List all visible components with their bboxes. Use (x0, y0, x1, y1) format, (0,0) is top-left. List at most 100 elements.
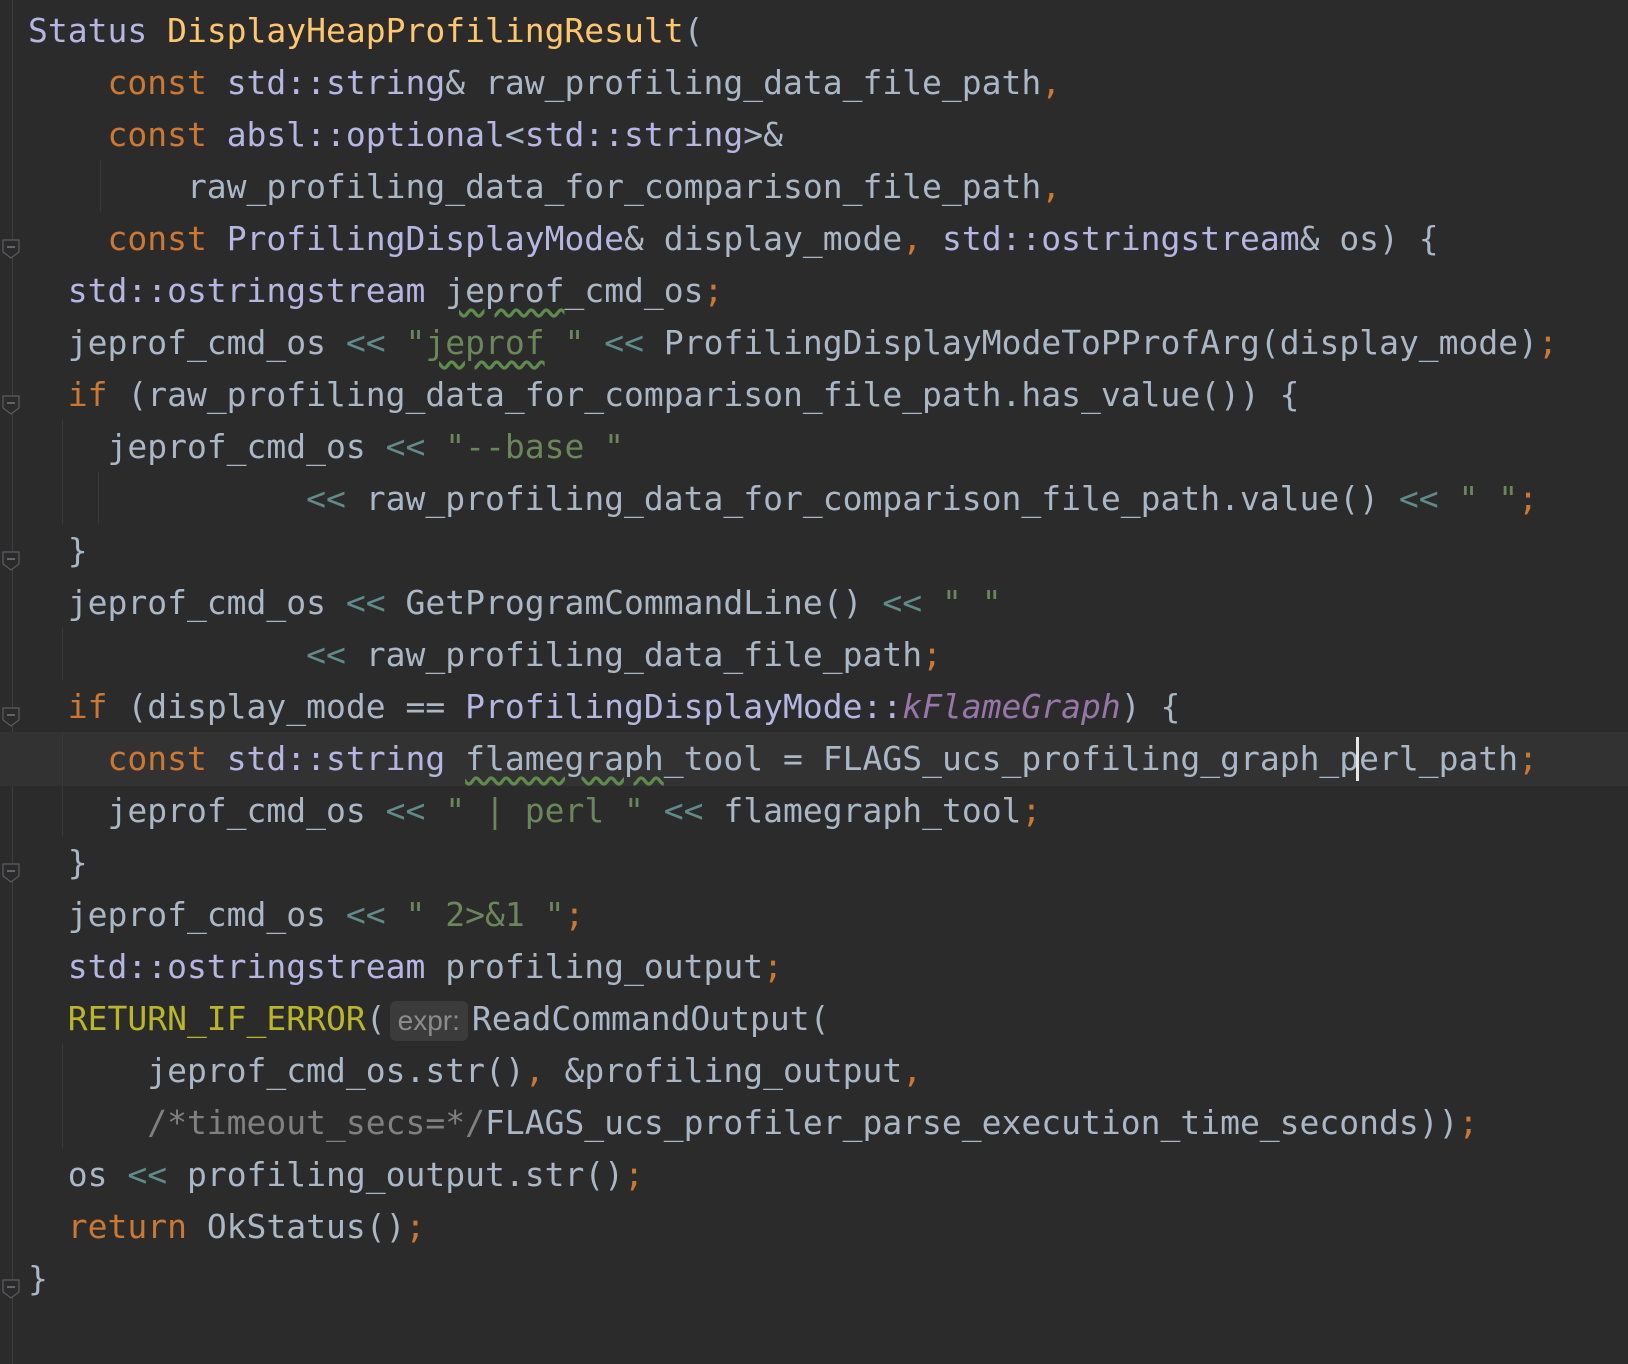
code-line[interactable]: RETURN_IF_ERROR(expr: ReadCommandOutput( (0, 992, 1628, 1046)
code-token: RETURN_IF_ERROR (28, 999, 366, 1038)
code-line[interactable]: std::ostringstream profiling_output; (0, 940, 1628, 994)
code-token: ; (1518, 479, 1539, 518)
code-line[interactable]: if (display_mode == ProfilingDisplayMode… (0, 680, 1628, 734)
code-token: jeprof_cmd_os (28, 427, 386, 466)
code-line[interactable]: raw_profiling_data_for_comparison_file_p… (0, 160, 1628, 214)
code-line[interactable]: const ProfilingDisplayMode& display_mode… (0, 212, 1628, 266)
code-token: _cmd_os (564, 271, 704, 310)
code-token: & raw_profiling_data_file_path (445, 63, 1042, 102)
code-token: jeprof_cmd_os (28, 583, 346, 622)
code-token: &profiling_output (564, 1051, 903, 1090)
code-line-text: Status DisplayHeapProfilingResult( (28, 4, 704, 58)
code-line[interactable]: std::ostringstream jeprof_cmd_os; (0, 264, 1628, 318)
indent-guide (62, 420, 63, 524)
code-token: std::ostringstream (941, 219, 1300, 258)
code-line-text: if (display_mode == ProfilingDisplayMode… (28, 680, 1181, 734)
code-token: ; (703, 271, 724, 310)
code-token: ; (763, 947, 783, 986)
code-line[interactable]: /*timeout_secs=*/FLAGS_ucs_profiler_pars… (0, 1096, 1628, 1150)
code-token: std::string (226, 739, 466, 778)
code-token: >& (743, 115, 784, 154)
code-line[interactable]: } (0, 1252, 1628, 1306)
code-line[interactable]: const absl::optional<std::string>& (0, 108, 1628, 162)
code-token: DisplayHeapProfilingResult (167, 11, 684, 50)
indent-guide (98, 472, 99, 524)
code-token: " (544, 323, 605, 362)
code-token: profiling_output.str() (167, 1155, 625, 1194)
code-token: if (28, 687, 128, 726)
code-token: jeprof_cmd_os (28, 323, 346, 362)
code-line[interactable]: if (raw_profiling_data_for_comparison_fi… (0, 368, 1628, 422)
code-token: ProfilingDisplayModeToPProfArg(display_m… (643, 323, 1539, 362)
code-line[interactable]: } (0, 836, 1628, 890)
code-token: ( (683, 11, 704, 50)
code-token: jeprof_cmd_os (28, 791, 386, 830)
code-token: GetProgramCommandLine() (385, 583, 883, 622)
code-token: << (306, 479, 346, 518)
code-line[interactable]: << raw_profiling_data_for_comparison_fil… (0, 472, 1628, 526)
code-token: ; (1021, 791, 1042, 830)
code-line[interactable]: jeprof_cmd_os << " | perl " << flamegrap… (0, 784, 1628, 838)
code-line-text: } (28, 1252, 48, 1306)
code-token: << (306, 635, 346, 674)
current-code-line[interactable]: const std::string flamegraph_tool = FLAG… (0, 732, 1628, 786)
code-line-text: } (28, 836, 88, 890)
code-token: << (385, 791, 426, 830)
code-line[interactable]: os << profiling_output.str(); (0, 1148, 1628, 1202)
code-token: << (1398, 479, 1439, 518)
code-token: ProfilingDisplayMode (226, 219, 625, 258)
code-token: flamegraph_tool (703, 791, 1022, 830)
code-token: return (28, 1207, 207, 1246)
code-token: jeprof_cmd_os (28, 895, 346, 934)
code-token: std::ostringstream (28, 271, 446, 310)
code-line[interactable]: << raw_profiling_data_file_path; (0, 628, 1628, 682)
code-line-text: std::ostringstream profiling_output; (28, 940, 783, 994)
code-line[interactable]: jeprof_cmd_os << "jeprof " << ProfilingD… (0, 316, 1628, 370)
code-line-text: const std::string flamegraph_tool = FLAG… (28, 732, 1538, 786)
code-line[interactable]: jeprof_cmd_os << " 2>&1 "; (0, 888, 1628, 942)
code-token: ; (564, 895, 585, 934)
code-token: << (127, 1155, 168, 1194)
code-line-text: const std::string& raw_profiling_data_fi… (28, 56, 1061, 110)
code-token: jeprof (425, 323, 545, 362)
code-token: " " (1438, 479, 1519, 518)
code-token: FLAGS_ucs_profiler_parse_execution_time_… (484, 1103, 1459, 1142)
code-token: jeprof_cmd_os.str() (28, 1051, 525, 1090)
code-token: _tool = FLAGS_ucs_profiling_graph_perl_p… (663, 739, 1519, 778)
code-line-text: os << profiling_output.str(); (28, 1148, 644, 1202)
code-line[interactable]: return OkStatus(); (0, 1200, 1628, 1254)
code-token: std::ostringstream (28, 947, 446, 986)
code-token: std::string (226, 63, 446, 102)
code-line-text: const ProfilingDisplayMode& display_mode… (28, 212, 1438, 266)
code-token: ; (1518, 739, 1538, 778)
code-line[interactable]: jeprof_cmd_os << "--base " (0, 420, 1628, 474)
code-line[interactable]: jeprof_cmd_os.str(), &profiling_output, (0, 1044, 1628, 1098)
code-line-text: } (28, 524, 88, 578)
code-line-text: << raw_profiling_data_file_path; (28, 628, 942, 682)
code-token: ProfilingDisplayMode:: (465, 687, 903, 726)
code-token: raw_profiling_data_for_comparison_file_p… (28, 167, 1042, 206)
code-token: << (345, 895, 386, 934)
code-token: const (28, 739, 227, 778)
code-token: Status (28, 11, 168, 50)
code-token: " (385, 323, 426, 362)
code-token: } (28, 843, 88, 882)
code-token: , (1041, 63, 1062, 102)
code-token: << (882, 583, 923, 622)
code-token: ( (365, 999, 386, 1038)
code-token: profiling_output (445, 947, 764, 986)
code-token: << (663, 791, 704, 830)
code-token: const (28, 63, 227, 102)
code-line[interactable]: Status DisplayHeapProfilingResult( (0, 4, 1628, 58)
code-token: << (604, 323, 644, 362)
code-line-text: jeprof_cmd_os << "--base " (28, 420, 624, 474)
code-token: OkStatus() (206, 1207, 406, 1246)
code-line[interactable]: } (0, 524, 1628, 578)
code-token: , (524, 1051, 565, 1090)
code-token: if (28, 375, 128, 414)
code-line[interactable]: jeprof_cmd_os << GetProgramCommandLine()… (0, 576, 1628, 630)
code-editor[interactable]: Status DisplayHeapProfilingResult( const… (0, 0, 1628, 1364)
code-token: " " (922, 583, 1002, 622)
code-line[interactable]: const std::string& raw_profiling_data_fi… (0, 56, 1628, 110)
